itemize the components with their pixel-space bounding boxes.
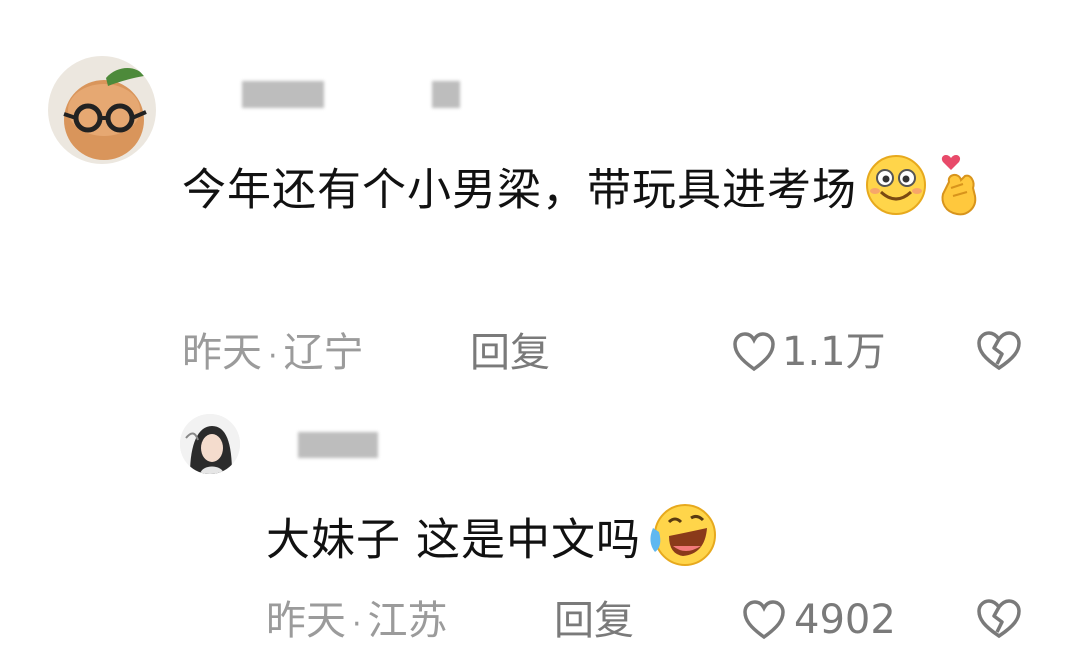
username-redacted[interactable]: [242, 81, 324, 108]
like-button[interactable]: 1.1万: [732, 326, 886, 378]
broken-heart-icon: [975, 599, 1023, 644]
comment-text: 今年还有个小男梁，带玩具进考场: [182, 152, 1012, 233]
comment-text: 大妹子 这是中文吗: [266, 502, 721, 583]
heart-outline-icon: [732, 332, 776, 372]
comment-time: 昨天: [182, 330, 262, 376]
comment-meta: 昨天 · 江苏: [266, 596, 448, 650]
user-avatar[interactable]: [48, 56, 156, 164]
dislike-button[interactable]: [975, 598, 1023, 640]
like-count: 4902: [794, 597, 896, 643]
comment-time: 昨天: [266, 598, 346, 644]
laugh-cry-emoji: [645, 502, 721, 583]
reply-button[interactable]: 回复: [470, 328, 550, 378]
username-redacted: [432, 81, 460, 108]
like-count: 1.1万: [782, 329, 886, 375]
broken-heart-icon: [975, 331, 1023, 376]
comment: 今年还有个小男梁，带玩具进考场 昨天 · 辽宁 回复 1.1万: [0, 0, 1079, 390]
reply-button[interactable]: 回复: [554, 596, 634, 646]
reply-comment: 大妹子 这是中文吗 昨天 · 江苏 回复 4902: [0, 390, 1079, 652]
username-redacted[interactable]: [298, 432, 378, 458]
heart-outline-icon: [742, 600, 786, 640]
comment-location: 辽宁: [283, 330, 364, 376]
like-button[interactable]: 4902: [742, 594, 896, 646]
meta-separator: ·: [352, 607, 362, 642]
finger-heart-emoji: [937, 152, 983, 233]
dislike-button[interactable]: [975, 330, 1023, 372]
comment-location: 江苏: [367, 598, 448, 644]
user-avatar[interactable]: [180, 414, 240, 474]
meta-separator: ·: [268, 339, 278, 374]
smile-emoji: [861, 154, 931, 231]
comment-meta: 昨天 · 辽宁: [182, 328, 364, 382]
